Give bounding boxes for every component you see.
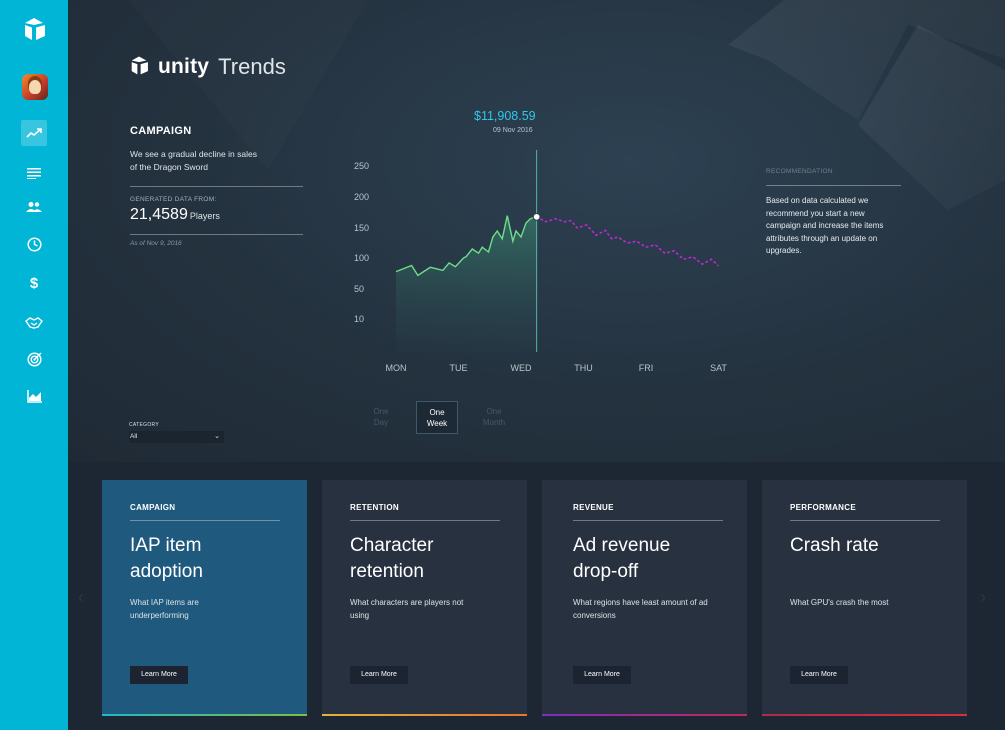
dollar-icon[interactable]: $ [18,268,50,298]
highlight-point [532,212,541,221]
avatar[interactable] [22,74,48,100]
range-one-week[interactable]: One Week [416,401,458,434]
card-title: Crash rate [790,535,879,556]
range-one-day[interactable]: One Day [360,401,402,434]
card-performance[interactable]: PERFORMANCE Crash rate What GPU's crash … [762,480,967,716]
y-tick-label: 200 [354,192,369,202]
unity-logo-icon [131,56,148,75]
as-of-date: As of Nov 9, 2016 [130,240,182,247]
y-tick-label: 10 [354,314,364,324]
card-description: What regions have least amount of ad con… [573,598,708,620]
next-arrow-icon[interactable]: › [980,587,986,608]
card-title: Character retention [350,535,434,582]
card-accent-bar [542,714,747,716]
y-tick-label: 150 [354,223,369,233]
x-tick-label: TUE [450,363,468,373]
x-tick-label: WED [511,363,532,373]
y-tick-label: 250 [354,161,369,171]
player-count: 21,4589 [130,206,188,223]
trend-chart[interactable]: 250 200 150 100 50 10 MON TUE WED THU FRI SAT [336,150,736,385]
card-accent-bar [322,714,527,716]
category-select[interactable]: All ⌄ [129,431,224,443]
generated-data-label: GENERATED DATA FROM: [130,196,217,203]
list-icon[interactable] [18,158,50,188]
highlight-date: 09 Nov 2016 [493,127,533,134]
recommendation-text: Based on data calculated we recommend yo… [766,196,884,255]
card-campaign[interactable]: CAMPAIGN IAP item adoption What IAP item… [102,480,307,716]
card-accent-bar [102,714,307,716]
card-revenue[interactable]: REVENUE Ad revenue drop-off What regions… [542,480,747,716]
card-accent-bar [762,714,967,716]
trend-panel: unity Trends CAMPAIGN We see a gradual d… [68,0,1005,462]
learn-more-button[interactable]: Learn More [350,666,408,684]
target-icon[interactable] [18,344,50,374]
card-description: What characters are players not using [350,598,464,620]
x-tick-label: THU [574,363,593,373]
card-retention[interactable]: RETENTION Character retention What chara… [322,480,527,716]
campaign-description: We see a gradual decline in sales of the… [130,149,257,172]
learn-more-button[interactable]: Learn More [130,666,188,684]
chart-area-fill [396,215,537,352]
handshake-icon[interactable] [18,308,50,338]
area-chart-icon[interactable] [18,381,50,411]
unity-logo-icon[interactable] [17,14,51,48]
clock-icon[interactable] [18,229,50,259]
y-tick-label: 50 [354,284,364,294]
chevron-down-icon: ⌄ [214,433,220,440]
series-line-forecast [535,216,719,267]
highlight-value: $11,908.59 [474,109,536,123]
generated-data-value: 21,4589 Players [130,206,220,224]
card-description: What GPU's crash the most [790,598,889,607]
page-title: Trends [218,54,286,79]
trends-icon[interactable] [21,120,47,146]
recommendation-label: RECOMMENDATION [766,168,833,175]
campaign-title: CAMPAIGN [130,125,192,137]
insight-cards: ‹ › CAMPAIGN IAP item adoption What IAP … [68,462,1005,730]
svg-text:$: $ [30,275,39,291]
unity-trends-logo: unity Trends [126,54,286,80]
learn-more-button[interactable]: Learn More [790,666,848,684]
people-icon[interactable] [18,192,50,222]
x-tick-label: SAT [710,363,727,373]
divider [130,186,303,187]
prev-arrow-icon[interactable]: ‹ [78,587,84,608]
category-label: CATEGORY [129,422,159,428]
logo-wordmark: unity [158,55,210,78]
learn-more-button[interactable]: Learn More [573,666,631,684]
divider [130,234,303,235]
card-title: IAP item adoption [130,535,203,582]
divider [766,185,901,186]
range-one-month[interactable]: One Month [473,401,515,434]
x-tick-label: FRI [639,363,654,373]
card-title: Ad revenue drop-off [573,535,671,582]
sidebar: $ [0,0,68,730]
y-tick-label: 100 [354,253,369,263]
card-description: What IAP items are underperforming [130,598,199,620]
x-tick-label: MON [386,363,407,373]
player-unit: Players [189,211,220,221]
app-root: $ unity Trends CAMPAIGN We see a gradual… [0,0,1005,730]
